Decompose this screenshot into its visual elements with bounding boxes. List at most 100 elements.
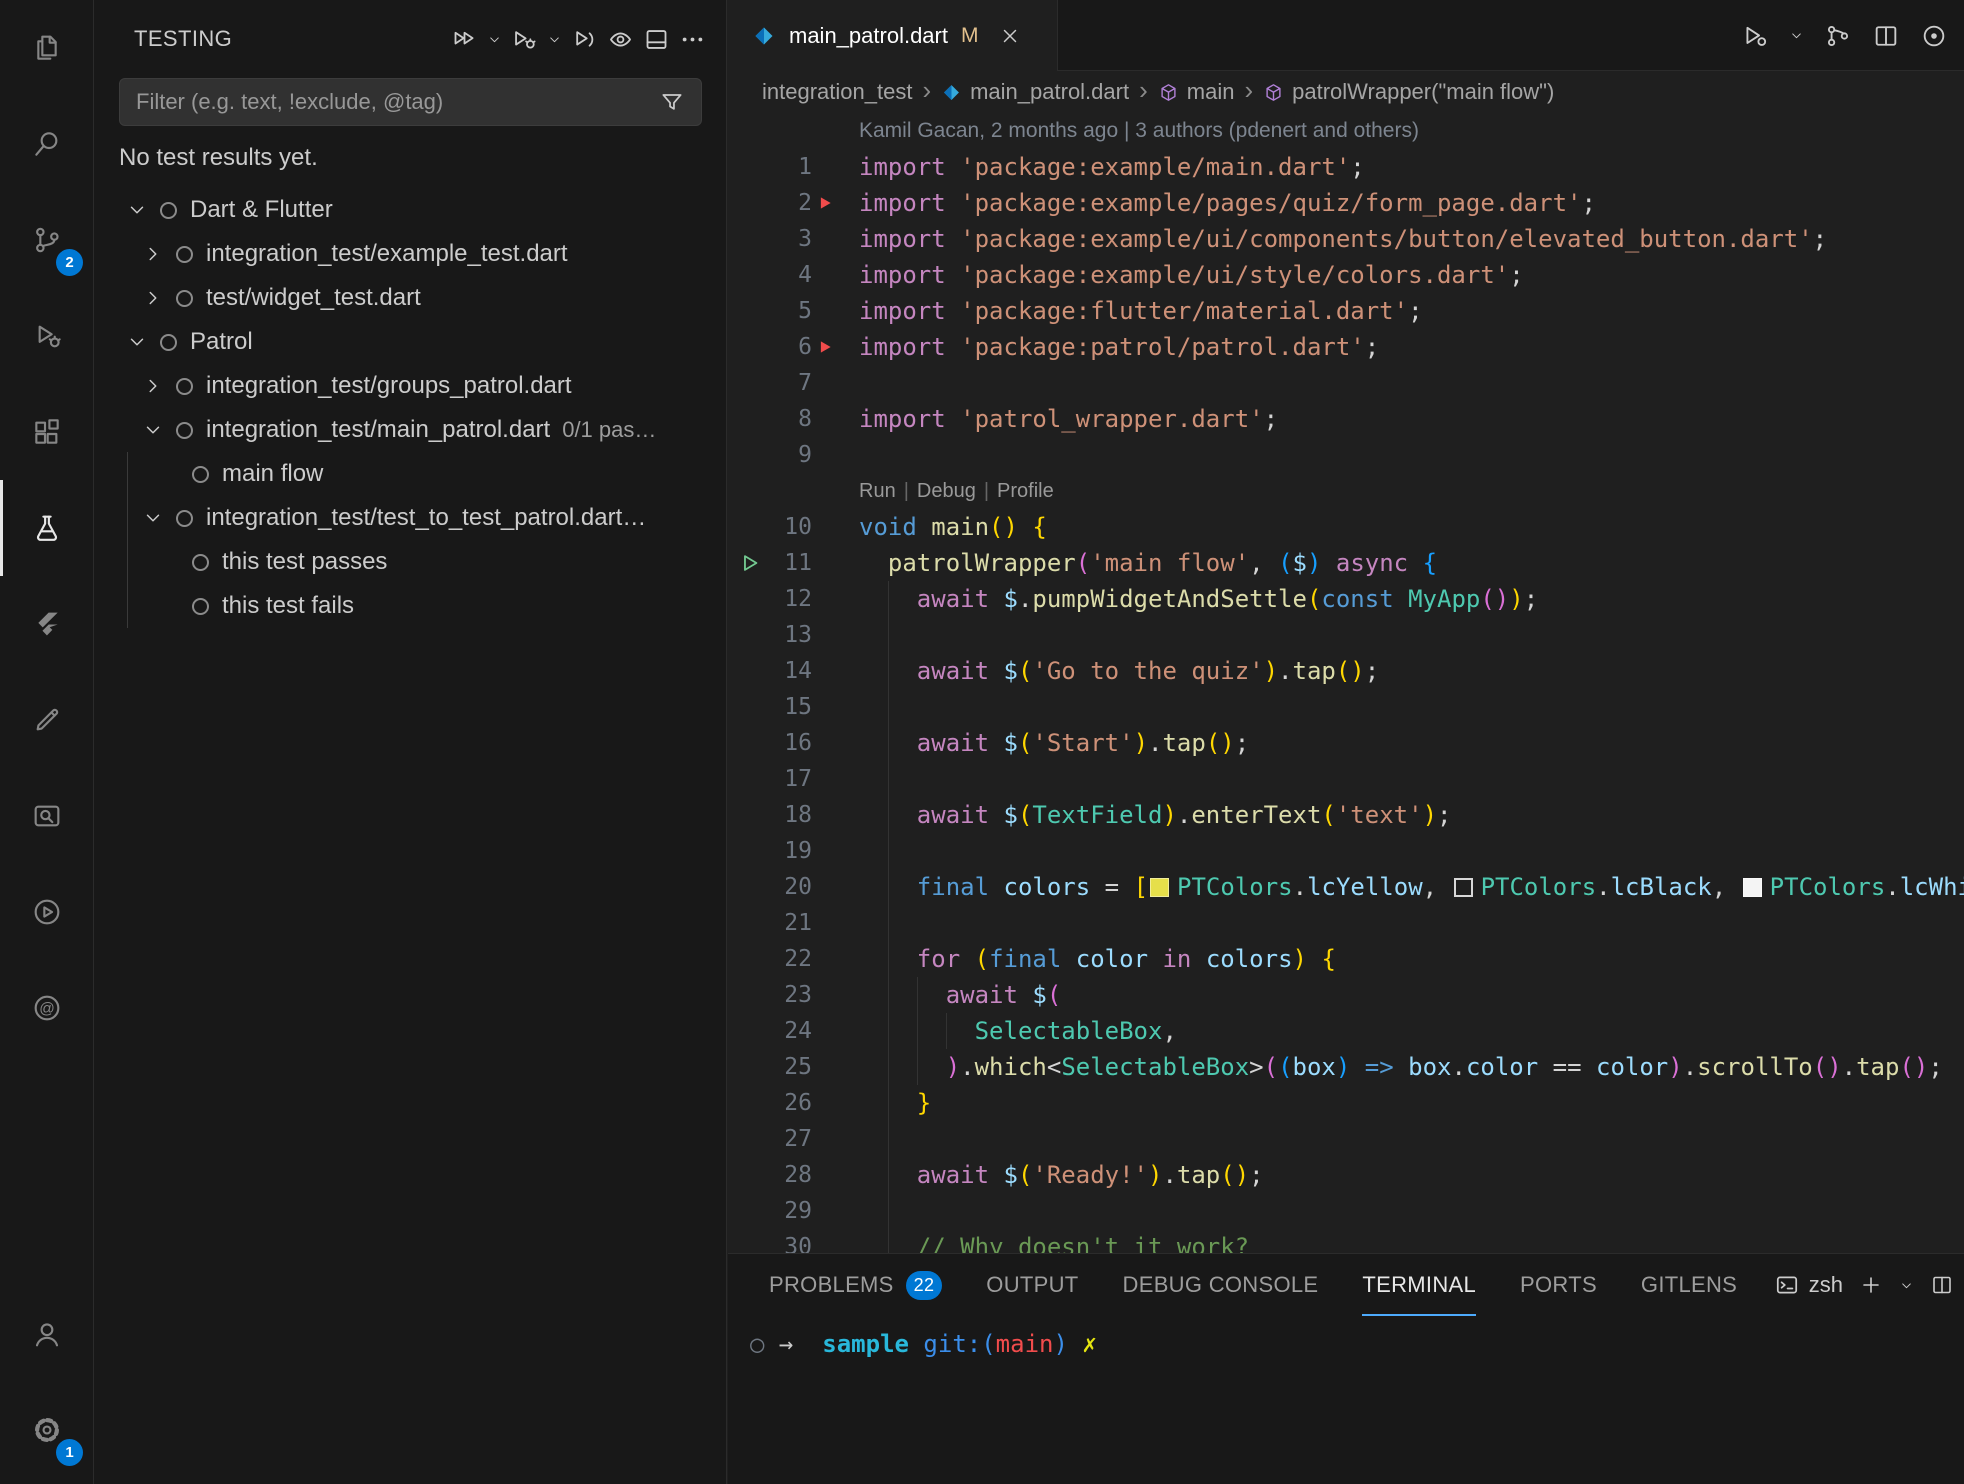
code-line[interactable]: 5import 'package:flutter/material.dart';	[728, 293, 1964, 329]
code-line[interactable]: 29	[728, 1193, 1964, 1229]
activity-flutter-button[interactable]	[0, 576, 93, 672]
filter-icon[interactable]	[659, 89, 685, 115]
activity-search-button[interactable]	[0, 96, 93, 192]
activity-settings-button[interactable]: 1	[0, 1382, 93, 1478]
chevron-down-icon[interactable]	[126, 199, 152, 221]
codelens-run-link[interactable]: Run	[859, 473, 896, 509]
activity-run-circle-button[interactable]	[0, 864, 93, 960]
activity-screenshot-button[interactable]	[0, 768, 93, 864]
activity-explorer-button[interactable]	[0, 0, 93, 96]
activity-testing-button[interactable]	[0, 480, 93, 576]
test-tree-item[interactable]: Dart & Flutter	[94, 188, 726, 232]
code-line[interactable]: 15	[728, 689, 1964, 725]
code-line[interactable]: 14 await $('Go to the quiz').tap();	[728, 653, 1964, 689]
more-actions-icon[interactable]	[679, 26, 706, 53]
code-line[interactable]: 19	[728, 833, 1964, 869]
panel-tab-terminal[interactable]: TERMINAL	[1362, 1254, 1476, 1316]
test-tree-item[interactable]: main flow	[94, 452, 726, 496]
code-line[interactable]: 28 await $('Ready!').tap();	[728, 1157, 1964, 1193]
run-test-button[interactable]	[739, 552, 761, 574]
chevron-down-icon[interactable]	[142, 507, 168, 529]
chevron-down-icon[interactable]	[126, 331, 152, 353]
continuous-run-icon[interactable]	[571, 26, 598, 53]
code-line[interactable]: 16 await $('Start').tap();	[728, 725, 1964, 761]
breadcrumb-item[interactable]: patrolWrapper("main flow")	[1263, 79, 1554, 105]
code-line[interactable]: 8import 'patrol_wrapper.dart';	[728, 401, 1964, 437]
code-line[interactable]: 27	[728, 1121, 1964, 1157]
code-line[interactable]: 24 SelectableBox,	[728, 1013, 1964, 1049]
code-line[interactable]: 1import 'package:example/main.dart';	[728, 149, 1964, 185]
record-circle-icon[interactable]	[1920, 22, 1948, 50]
split-terminal-icon[interactable]	[1930, 1273, 1954, 1297]
code-line[interactable]: 21	[728, 905, 1964, 941]
code-line[interactable]: 20 final colors = [PTColors.lcYellow, PT…	[728, 869, 1964, 905]
breadcrumb-item[interactable]: integration_test	[762, 79, 912, 105]
panel-tab-output[interactable]: OUTPUT	[986, 1254, 1078, 1316]
chevron-right-icon[interactable]	[142, 287, 168, 309]
split-editor-icon	[1872, 22, 1900, 50]
chevron-mini-icon[interactable]	[487, 32, 502, 47]
activity-inspector-button[interactable]	[0, 672, 93, 768]
run-all-tests-icon[interactable]	[451, 26, 478, 53]
chevron-mini-icon[interactable]	[1899, 1278, 1914, 1293]
breadcrumb-item[interactable]: main	[1158, 79, 1235, 105]
code-line[interactable]: 2import 'package:example/pages/quiz/form…	[728, 185, 1964, 221]
test-tree-item[interactable]: integration_test/test_to_test_patrol.dar…	[94, 496, 726, 540]
source-control-graph-icon[interactable]	[1824, 22, 1852, 50]
activity-source-control-button[interactable]: 2	[0, 192, 93, 288]
breadcrumb-item[interactable]: main_patrol.dart	[941, 79, 1129, 105]
breadcrumb: integration_test›main_patrol.dart›main›p…	[728, 71, 1964, 113]
activity-accounts-button[interactable]	[0, 1286, 93, 1382]
chevron-mini-icon[interactable]	[1789, 28, 1804, 43]
test-tree-item[interactable]: this test passes	[94, 540, 726, 584]
activity-run-debug-button[interactable]	[0, 288, 93, 384]
code-line[interactable]: 7	[728, 365, 1964, 401]
code-editor[interactable]: Kamil Gacan, 2 months ago | 3 authors (p…	[728, 113, 1964, 1253]
code-line[interactable]: 9	[728, 437, 1964, 473]
terminal-output[interactable]: ○ → sample git:(main) ✗	[728, 1316, 1964, 1358]
code-line[interactable]: 22 for (final color in colors) {	[728, 941, 1964, 977]
code-line[interactable]: 13	[728, 617, 1964, 653]
debug-all-tests-icon[interactable]	[511, 26, 538, 53]
panel-tab-debug-console[interactable]: DEBUG CONSOLE	[1123, 1254, 1319, 1316]
test-output-icon[interactable]	[643, 26, 670, 53]
test-output-icon	[643, 26, 670, 53]
debug-run-icon[interactable]	[1741, 22, 1769, 50]
activity-extensions-button[interactable]	[0, 384, 93, 480]
chevron-down-icon[interactable]	[142, 419, 168, 441]
tab-main-patrol-dart[interactable]: main_patrol.dart M	[728, 0, 1058, 71]
test-tree-item[interactable]: integration_test/groups_patrol.dart	[94, 364, 726, 408]
test-tree-item[interactable]: integration_test/main_patrol.dart0/1 pas…	[94, 408, 726, 452]
codelens-profile-link[interactable]: Profile	[997, 473, 1054, 509]
code-line[interactable]: 25 ).which<SelectableBox>((box) => box.c…	[728, 1049, 1964, 1085]
test-filter-input[interactable]	[136, 89, 659, 115]
code-line[interactable]: 23 await $(	[728, 977, 1964, 1013]
split-editor-icon[interactable]	[1872, 22, 1900, 50]
code-line[interactable]: 6import 'package:patrol/patrol.dart';	[728, 329, 1964, 365]
chevron-mini-icon[interactable]	[547, 32, 562, 47]
code-line[interactable]: 10void main() {	[728, 509, 1964, 545]
chevron-right-icon[interactable]	[142, 243, 168, 265]
activity-mentions-button[interactable]: @	[0, 960, 93, 1056]
chevron-right-icon[interactable]	[142, 375, 168, 397]
watch-eye-icon[interactable]	[607, 26, 634, 53]
close-icon[interactable]	[999, 25, 1021, 47]
test-tree-item[interactable]: integration_test/example_test.dart	[94, 232, 726, 276]
panel-tab-gitlens[interactable]: GITLENS	[1641, 1254, 1737, 1316]
test-tree-item[interactable]: Patrol	[94, 320, 726, 364]
test-tree-item[interactable]: test/widget_test.dart	[94, 276, 726, 320]
code-line[interactable]: 4import 'package:example/ui/style/colors…	[728, 257, 1964, 293]
code-line[interactable]: 26 }	[728, 1085, 1964, 1121]
code-line[interactable]: 17	[728, 761, 1964, 797]
terminal-shell-selector[interactable]: zsh	[1774, 1272, 1843, 1298]
test-tree-item[interactable]: this test fails	[94, 584, 726, 628]
code-line[interactable]: 11 patrolWrapper('main flow', ($) async …	[728, 545, 1964, 581]
code-line[interactable]: 3import 'package:example/ui/components/b…	[728, 221, 1964, 257]
panel-tab-problems[interactable]: PROBLEMS22	[769, 1254, 942, 1316]
codelens-debug-link[interactable]: Debug	[917, 473, 976, 509]
code-line[interactable]: 18 await $(TextField).enterText('text');	[728, 797, 1964, 833]
add-terminal-icon[interactable]	[1859, 1273, 1883, 1297]
code-line[interactable]: 12 await $.pumpWidgetAndSettle(const MyA…	[728, 581, 1964, 617]
code-line[interactable]: 30 // Why doesn't it work?	[728, 1229, 1964, 1253]
panel-tab-ports[interactable]: PORTS	[1520, 1254, 1597, 1316]
